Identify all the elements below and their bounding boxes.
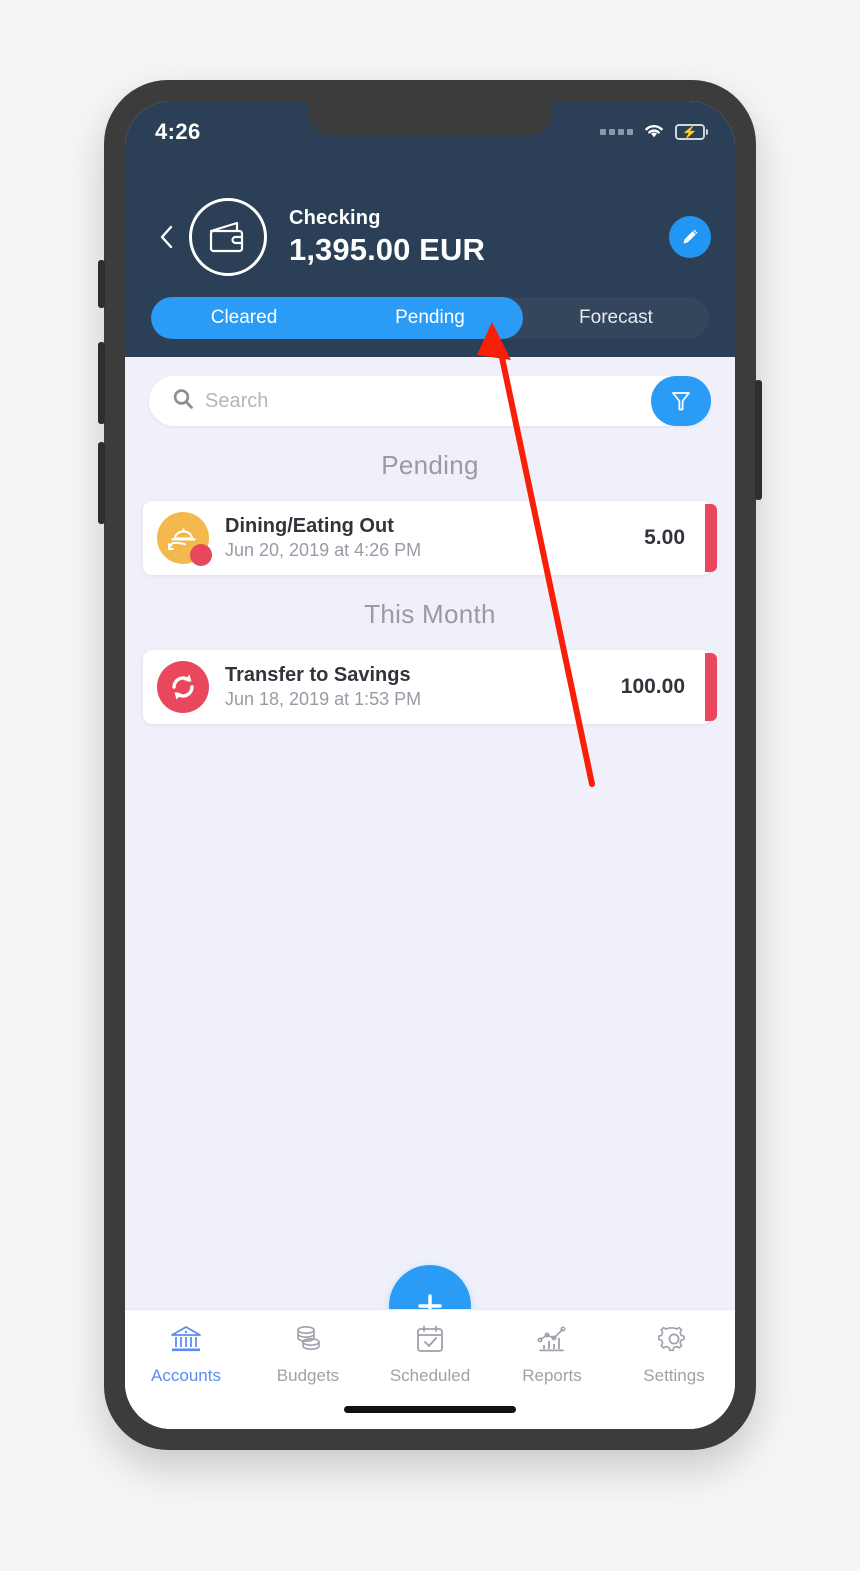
bank-icon	[169, 1324, 203, 1359]
txn-amount: 5.00	[644, 526, 685, 549]
account-balance: 1,395.00 EUR	[289, 231, 485, 267]
edit-account-button[interactable]	[669, 216, 711, 258]
account-summary-row: Checking 1,395.00 EUR	[125, 187, 735, 287]
tab-budgets[interactable]: Budgets	[247, 1324, 369, 1386]
wifi-icon	[642, 121, 666, 144]
filter-button[interactable]	[651, 376, 711, 426]
tab-accounts[interactable]: Accounts	[125, 1324, 247, 1386]
home-indicator[interactable]	[344, 1406, 516, 1413]
phone-frame: 4:26 ⚡ Checking 1,395.00 EUR Cleared Pen…	[98, 80, 762, 1450]
volume-down-button[interactable]	[98, 442, 105, 524]
section-header-pending: Pending	[381, 450, 479, 480]
transactions-content: Pending Dining/Eatin	[125, 357, 735, 1429]
segment-cleared[interactable]: Cleared	[151, 297, 337, 339]
table-row[interactable]: Dining/Eating Out Jun 20, 2019 at 4:26 P…	[143, 501, 717, 575]
tab-settings[interactable]: Settings	[613, 1324, 735, 1386]
tab-settings-label: Settings	[643, 1366, 705, 1385]
coins-icon	[291, 1324, 325, 1359]
segmented-control: Cleared Pending Forecast	[151, 297, 709, 339]
search-input[interactable]	[205, 389, 689, 413]
segment-cleared-label: Cleared	[210, 307, 278, 328]
silent-switch-button[interactable]	[98, 260, 105, 308]
txn-date: Jun 20, 2019 at 4:26 PM	[225, 539, 422, 560]
gear-icon	[657, 1324, 690, 1359]
screenshot-canvas: 4:26 ⚡ Checking 1,395.00 EUR Cleared Pen…	[0, 0, 860, 1571]
txn-amount: 100.00	[620, 675, 685, 698]
segment-pending[interactable]: Pending	[337, 297, 523, 339]
table-row[interactable]: Transfer to Savings Jun 18, 2019 at 1:53…	[143, 650, 717, 724]
tab-accounts-label: Accounts	[151, 1366, 221, 1385]
status-icons: ⚡	[600, 121, 708, 144]
segment-forecast[interactable]: Forecast	[523, 297, 709, 339]
tab-budgets-label: Budgets	[276, 1366, 340, 1385]
segment-pending-label: Pending	[395, 307, 465, 328]
account-name: Checking	[289, 206, 381, 229]
tab-reports-label: Reports	[522, 1366, 582, 1385]
tab-reports[interactable]: Reports	[491, 1324, 613, 1386]
section-header-this-month: This Month	[364, 599, 496, 629]
segment-forecast-label: Forecast	[579, 307, 653, 328]
dining-icon	[157, 512, 212, 566]
pending-badge-dot	[190, 544, 212, 566]
chart-icon	[535, 1324, 569, 1359]
power-button[interactable]	[755, 380, 762, 500]
signal-dots-icon	[600, 129, 633, 135]
volume-up-button[interactable]	[98, 342, 105, 424]
txn-date: Jun 18, 2019 at 1:53 PM	[225, 688, 422, 709]
calendar-check-icon	[414, 1324, 446, 1359]
search-icon	[171, 387, 195, 416]
phone-screen: 4:26 ⚡ Checking 1,395.00 EUR Cleared Pen…	[125, 101, 735, 1429]
search-row	[125, 357, 735, 426]
txn-title: Dining/Eating Out	[225, 514, 394, 537]
account-text-block: Checking 1,395.00 EUR	[289, 207, 669, 268]
status-time: 4:26	[155, 119, 201, 144]
tab-scheduled-label: Scheduled	[389, 1366, 471, 1385]
txn-body: Transfer to Savings Jun 18, 2019 at 1:53…	[225, 663, 621, 711]
txn-status-flag	[705, 653, 717, 721]
tab-scheduled[interactable]: Scheduled	[369, 1324, 491, 1386]
battery-charging-icon: ⚡	[675, 124, 708, 140]
app-header: 4:26 ⚡ Checking 1,395.00 EUR Cleared Pen…	[125, 101, 735, 357]
device-notch	[308, 101, 552, 135]
back-button[interactable]	[149, 215, 185, 259]
wallet-icon	[189, 198, 267, 276]
txn-status-flag	[705, 504, 717, 572]
txn-title: Transfer to Savings	[225, 663, 411, 686]
search-box[interactable]	[149, 376, 711, 426]
transfer-icon	[157, 661, 209, 713]
txn-body: Dining/Eating Out Jun 20, 2019 at 4:26 P…	[225, 514, 644, 562]
